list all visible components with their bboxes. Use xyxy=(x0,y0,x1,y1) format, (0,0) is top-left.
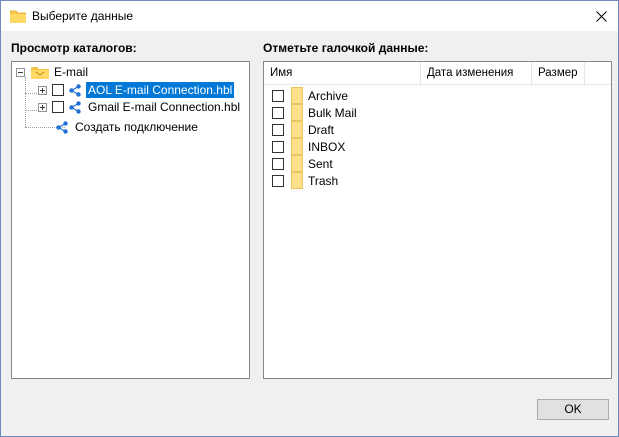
item-checkbox[interactable] xyxy=(272,123,284,136)
ok-button[interactable]: OK xyxy=(537,399,609,420)
tree-connector xyxy=(25,93,37,94)
folder-icon xyxy=(291,138,303,155)
expand-icon[interactable] xyxy=(38,85,47,95)
tree-item-label: Gmail E-mail Connection.hbl xyxy=(88,100,241,114)
tree-connector xyxy=(25,110,37,111)
item-checkbox[interactable] xyxy=(272,157,284,170)
folder-icon xyxy=(291,172,303,189)
tree-item-aol[interactable]: AOL E-mail Connection.hbl xyxy=(38,81,235,99)
list-item[interactable]: Sent xyxy=(272,155,333,172)
list-item[interactable]: INBOX xyxy=(272,138,345,155)
list-item[interactable]: Bulk Mail xyxy=(272,104,357,121)
list-header: Имя Дата изменения Размер xyxy=(264,62,611,85)
catalog-browser-label: Просмотр каталогов: xyxy=(11,41,137,55)
column-header-name[interactable]: Имя xyxy=(264,62,420,84)
close-button[interactable] xyxy=(584,1,618,31)
column-header-modified[interactable]: Дата изменения xyxy=(421,62,531,84)
expand-icon[interactable] xyxy=(38,102,47,112)
item-label: Trash xyxy=(308,173,339,188)
tree-item-checkbox[interactable] xyxy=(52,101,64,113)
tree-item-label: E-mail xyxy=(54,65,89,79)
dialog-window: Выберите данные Просмотр каталогов: Отме… xyxy=(0,0,619,437)
list-item[interactable]: Draft xyxy=(272,121,334,138)
tree-item-label: Создать подключение xyxy=(75,120,198,134)
tree-item-email[interactable]: E-mail xyxy=(16,63,88,81)
tree-connector xyxy=(25,77,26,127)
share-icon xyxy=(69,83,81,97)
item-label: Draft xyxy=(308,122,335,137)
tree-item-gmail[interactable]: Gmail E-mail Connection.hbl xyxy=(38,98,240,116)
create-connection-item[interactable]: Создать подключение xyxy=(56,118,198,136)
column-separator[interactable] xyxy=(584,62,585,84)
folder-icon xyxy=(10,10,26,23)
collapse-icon[interactable] xyxy=(16,67,25,77)
item-checkbox[interactable] xyxy=(272,106,284,119)
window-title: Выберите данные xyxy=(32,9,134,23)
close-icon xyxy=(595,10,607,22)
item-checkbox[interactable] xyxy=(272,89,284,102)
list-item[interactable]: Trash xyxy=(272,172,338,189)
item-checkbox[interactable] xyxy=(272,140,284,153)
item-label: Bulk Mail xyxy=(308,105,357,120)
share-icon xyxy=(69,100,81,114)
folder-icon xyxy=(291,155,303,172)
tree-item-label: AOL E-mail Connection.hbl xyxy=(86,82,235,98)
item-checkbox[interactable] xyxy=(272,174,284,187)
list-item[interactable]: Archive xyxy=(272,87,348,104)
tree-item-checkbox[interactable] xyxy=(52,84,64,96)
title-bar: Выберите данные xyxy=(1,1,618,31)
item-label: Sent xyxy=(308,156,333,171)
column-header-size[interactable]: Размер xyxy=(532,62,584,84)
folder-icon xyxy=(291,87,303,104)
email-folder-icon xyxy=(31,66,49,79)
folder-icon xyxy=(291,121,303,138)
check-data-label: Отметьте галочкой данные: xyxy=(263,41,429,55)
share-icon xyxy=(56,120,68,134)
data-list[interactable]: Имя Дата изменения Размер Archive Bulk M… xyxy=(263,61,612,379)
item-label: Archive xyxy=(308,88,349,103)
catalog-tree[interactable]: E-mail AOL E-mail Connection.hbl Gmail E… xyxy=(11,61,250,379)
item-label: INBOX xyxy=(308,139,346,154)
folder-icon xyxy=(291,104,303,121)
